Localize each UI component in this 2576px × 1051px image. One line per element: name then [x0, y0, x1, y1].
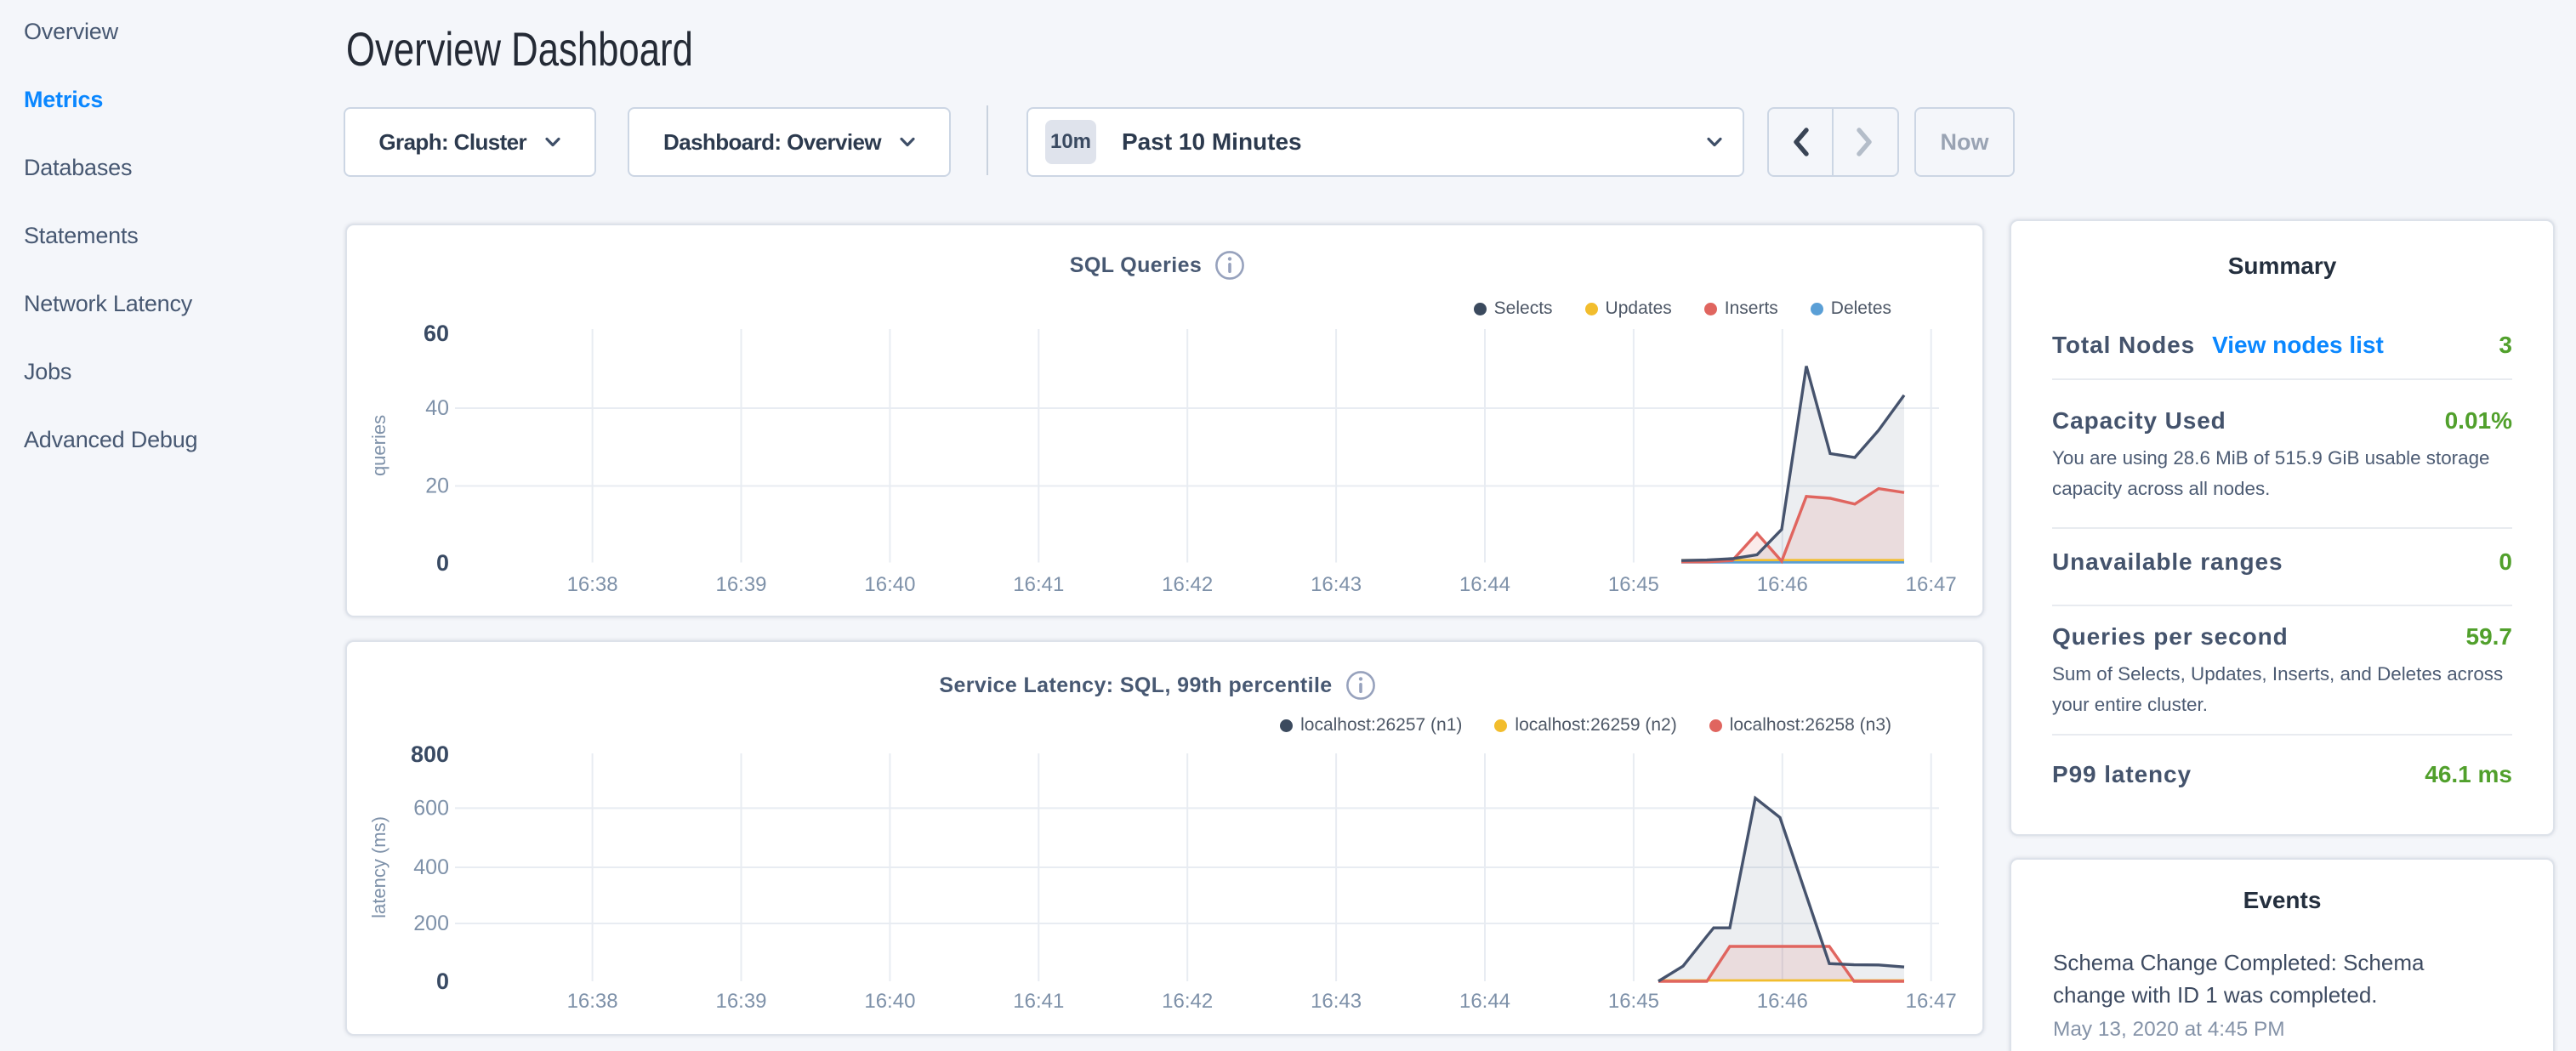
svg-text:16:43: 16:43 [1311, 573, 1362, 596]
svg-text:16:42: 16:42 [1162, 990, 1213, 1013]
svg-text:40: 40 [425, 396, 449, 420]
svg-text:16:42: 16:42 [1162, 573, 1213, 596]
svg-text:16:47: 16:47 [1906, 990, 1957, 1013]
svg-text:0: 0 [436, 969, 449, 994]
svg-text:latency (ms): latency (ms) [368, 816, 390, 918]
svg-text:16:41: 16:41 [1013, 573, 1064, 596]
svg-text:200: 200 [413, 912, 449, 935]
svg-text:16:46: 16:46 [1757, 573, 1808, 596]
svg-text:16:43: 16:43 [1311, 990, 1362, 1013]
svg-text:16:38: 16:38 [567, 573, 618, 596]
svg-text:16:44: 16:44 [1459, 573, 1510, 596]
svg-text:16:41: 16:41 [1013, 990, 1064, 1013]
svg-text:16:44: 16:44 [1459, 990, 1510, 1013]
svg-text:20: 20 [425, 474, 449, 497]
svg-text:16:39: 16:39 [715, 573, 766, 596]
svg-text:16:45: 16:45 [1608, 573, 1659, 596]
svg-text:400: 400 [413, 855, 449, 879]
svg-text:0: 0 [436, 550, 449, 576]
svg-text:16:40: 16:40 [864, 573, 915, 596]
svg-text:600: 600 [413, 796, 449, 820]
svg-text:16:38: 16:38 [567, 990, 618, 1013]
svg-text:16:39: 16:39 [715, 990, 766, 1013]
svg-text:800: 800 [411, 741, 449, 767]
svg-text:16:46: 16:46 [1757, 990, 1808, 1013]
svg-text:queries: queries [368, 415, 390, 476]
svg-text:16:47: 16:47 [1906, 573, 1957, 596]
svg-text:16:45: 16:45 [1608, 990, 1659, 1013]
svg-text:16:40: 16:40 [864, 990, 915, 1013]
svg-text:60: 60 [424, 321, 449, 346]
